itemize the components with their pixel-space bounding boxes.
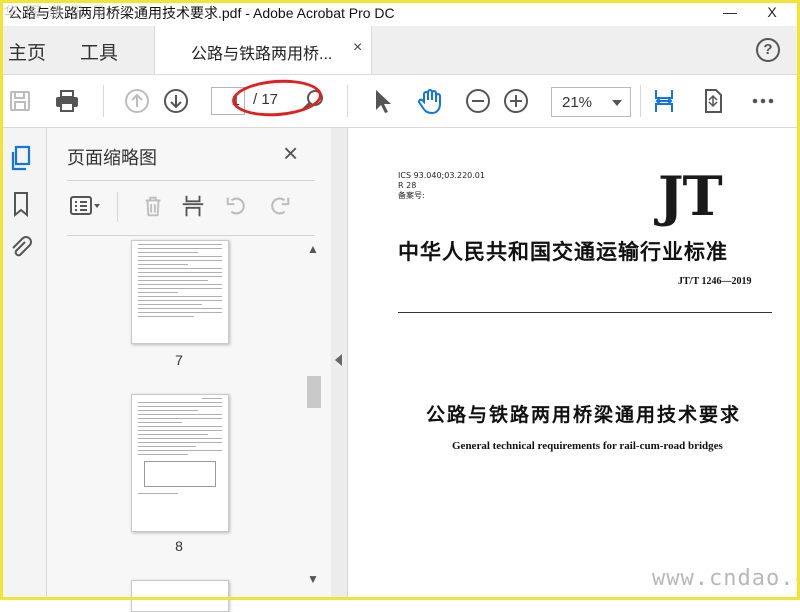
- scroll-up-icon[interactable]: ▲: [307, 242, 319, 256]
- record-number: 备案号:: [398, 191, 425, 200]
- ccs-code: R 28: [398, 181, 417, 190]
- thumbnail-page-number: 7: [175, 352, 183, 368]
- save-icon[interactable]: [4, 85, 36, 117]
- rotate-left-icon[interactable]: [221, 190, 253, 222]
- thumbnail-page-number: 8: [175, 538, 183, 554]
- standard-code: JT/T 1246—2019: [678, 276, 752, 287]
- zoom-value: 21%: [562, 94, 593, 111]
- page-thumbnails-icon[interactable]: [5, 142, 37, 174]
- scroll-down-icon[interactable]: ▼: [307, 572, 319, 586]
- select-cursor-icon[interactable]: [366, 85, 398, 117]
- thumbnail-scrollbar[interactable]: ▲ ▼: [305, 240, 323, 588]
- divider: [67, 180, 315, 181]
- zoom-in-icon[interactable]: [500, 85, 532, 117]
- collapse-arrow-icon: [335, 354, 342, 366]
- page-thumbnail[interactable]: [131, 394, 229, 532]
- close-window-button[interactable]: X: [752, 1, 792, 23]
- top-watermark: 华 图 通 讯 号: [4, 4, 108, 20]
- scroll-thumb[interactable]: [307, 376, 321, 408]
- document-tab-label: 公路与铁路两用桥...: [191, 46, 333, 63]
- delete-icon[interactable]: [137, 190, 169, 222]
- document-chinese-title: 公路与铁路两用桥梁通用技术要求: [426, 404, 742, 426]
- ics-code: ICS 93.040;03.220.01: [398, 171, 485, 180]
- panel-title: 页面缩略图: [67, 148, 157, 168]
- ics-code-block: ICS 93.040;03.220.01 R 28 备案号:: [398, 171, 485, 201]
- page-count: / 17: [253, 91, 279, 108]
- bookmark-icon[interactable]: [5, 188, 37, 220]
- fit-width-icon[interactable]: [648, 85, 680, 117]
- document-english-title: General technical requirements for rail-…: [452, 440, 723, 452]
- toolbar-separator: [347, 85, 348, 117]
- attachment-icon[interactable]: [5, 232, 37, 264]
- navigation-rail: [0, 128, 47, 600]
- standard-title: 中华人民共和国交通运输行业标准: [398, 240, 728, 264]
- thumbnail-options-icon[interactable]: [69, 190, 101, 222]
- page-number-input[interactable]: 1: [211, 87, 245, 115]
- tab-bar: 主页 工具 公路与铁路两用桥... × ?: [0, 26, 800, 75]
- nav-tools[interactable]: 工具: [80, 38, 118, 65]
- fit-page-icon[interactable]: [697, 85, 729, 117]
- document-tab-close-button[interactable]: ×: [353, 39, 362, 57]
- hand-tool-icon[interactable]: [414, 85, 446, 117]
- document-tab[interactable]: 公路与铁路两用桥... ×: [154, 26, 372, 74]
- window-title-bar: 公路与铁路两用桥梁通用技术要求.pdf - Adobe Acrobat Pro …: [0, 0, 800, 24]
- page-thumbnail[interactable]: [131, 240, 229, 344]
- rotate-right-icon[interactable]: [263, 190, 295, 222]
- jt-logo: JT: [658, 164, 723, 228]
- site-watermark: www.cndao.com: [652, 566, 800, 591]
- nav-home[interactable]: 主页: [8, 38, 46, 65]
- divider: [67, 235, 315, 236]
- extract-pages-icon[interactable]: [177, 190, 209, 222]
- collapse-panel-handle[interactable]: [331, 128, 348, 600]
- header-rule: [398, 312, 772, 313]
- document-view[interactable]: ICS 93.040;03.220.01 R 28 备案号: JT 中华人民共和…: [348, 128, 800, 600]
- help-button[interactable]: ?: [756, 38, 780, 62]
- zoom-dropdown[interactable]: 21%: [551, 87, 631, 117]
- panel-separator: [117, 192, 118, 222]
- minimize-button[interactable]: —: [710, 1, 750, 23]
- main-toolbar: 1 / 17 21%: [0, 75, 800, 128]
- close-panel-button[interactable]: ×: [283, 140, 298, 166]
- previous-page-icon[interactable]: [121, 85, 153, 117]
- zoom-out-icon[interactable]: [462, 85, 494, 117]
- chevron-down-icon: [612, 100, 622, 106]
- page-thumbnail[interactable]: [131, 580, 229, 612]
- toolbar-separator: [103, 85, 104, 117]
- find-icon[interactable]: [296, 85, 328, 117]
- print-icon[interactable]: [51, 85, 83, 117]
- more-options-icon[interactable]: [747, 85, 779, 117]
- page-thumbnails-panel: 页面缩略图 × 7 8 ▲ ▼: [47, 128, 332, 612]
- next-page-icon[interactable]: [160, 85, 192, 117]
- toolbar-separator: [640, 85, 641, 117]
